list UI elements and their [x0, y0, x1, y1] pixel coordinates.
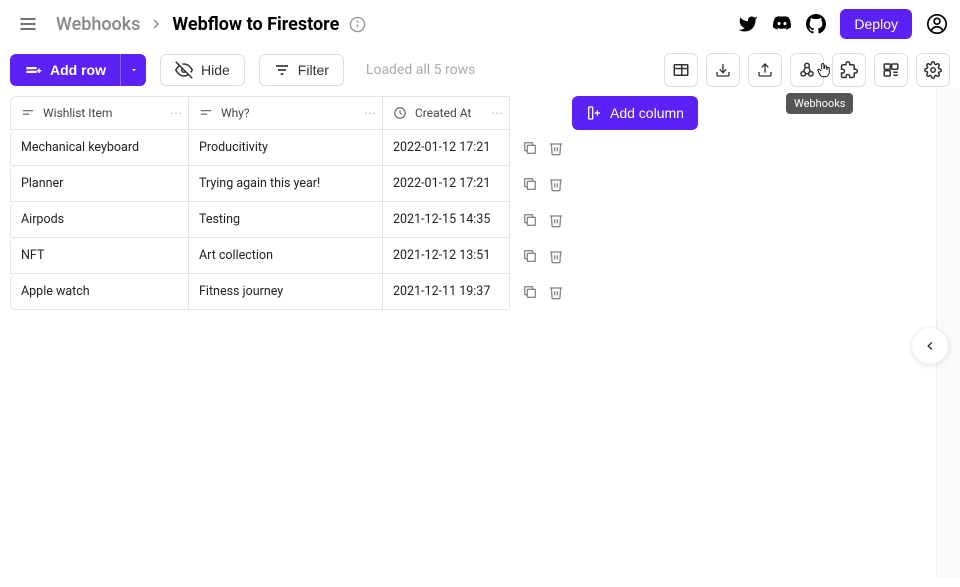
import-button[interactable]	[706, 53, 740, 87]
delete-row-icon[interactable]	[548, 176, 564, 192]
duplicate-row-icon[interactable]	[522, 140, 538, 156]
side-panel-toggle[interactable]	[912, 328, 948, 364]
account-icon[interactable]	[926, 13, 948, 35]
duplicate-row-icon[interactable]	[522, 176, 538, 192]
table-row: NFT Art collection 2021-12-12 13:51	[10, 238, 564, 274]
webhooks-tooltip: Webhooks	[786, 93, 853, 114]
short-text-icon	[199, 106, 213, 120]
cell-wishlist[interactable]: Mechanical keyboard	[10, 130, 188, 166]
hamburger-menu-icon[interactable]	[12, 8, 44, 40]
hide-button[interactable]: Hide	[160, 54, 245, 86]
filter-label: Filter	[298, 62, 329, 78]
short-text-icon	[21, 106, 35, 120]
table-row: Apple watch Fitness journey 2021-12-11 1…	[10, 274, 564, 310]
settings-button[interactable]	[916, 53, 950, 87]
cell-wishlist[interactable]: Airpods	[10, 202, 188, 238]
delete-row-icon[interactable]	[548, 140, 564, 156]
info-icon[interactable]	[349, 16, 366, 33]
delete-row-icon[interactable]	[548, 248, 564, 264]
duplicate-row-icon[interactable]	[522, 248, 538, 264]
table-view-button[interactable]	[664, 53, 698, 87]
cell-created[interactable]: 2021-12-12 13:51	[382, 238, 510, 274]
add-column-icon	[586, 105, 602, 121]
webhooks-button[interactable]	[790, 53, 824, 87]
cell-wishlist[interactable]: NFT	[10, 238, 188, 274]
column-header-created[interactable]: Created At ⋯	[382, 96, 510, 130]
table-row: Planner Trying again this year! 2022-01-…	[10, 166, 564, 202]
add-row-button[interactable]: Add row	[10, 54, 120, 86]
chevron-right-icon	[148, 16, 164, 32]
duplicate-row-icon[interactable]	[522, 212, 538, 228]
github-icon[interactable]	[806, 14, 826, 34]
cell-why[interactable]: Testing	[188, 202, 382, 238]
cell-created[interactable]: 2021-12-11 19:37	[382, 274, 510, 310]
cell-why[interactable]: Art collection	[188, 238, 382, 274]
loaded-status: Loaded all 5 rows	[366, 62, 475, 78]
clock-icon	[393, 106, 407, 120]
export-button[interactable]	[748, 53, 782, 87]
extensions-button[interactable]	[832, 53, 866, 87]
cell-created[interactable]: 2022-01-12 17:21	[382, 166, 510, 202]
cell-why[interactable]: Producitivity	[188, 130, 382, 166]
breadcrumb-parent[interactable]: Webhooks	[56, 14, 140, 35]
hide-label: Hide	[201, 62, 230, 78]
column-header-why[interactable]: Why? ⋯	[188, 96, 382, 130]
column-menu-icon[interactable]: ⋯	[491, 106, 503, 120]
delete-row-icon[interactable]	[548, 284, 564, 300]
column-header-why-label: Why?	[221, 106, 250, 120]
column-header-wishlist-label: Wishlist Item	[43, 106, 112, 120]
table-row: Mechanical keyboard Producitivity 2022-0…	[10, 130, 564, 166]
breadcrumb-current: Webflow to Firestore	[172, 14, 339, 35]
cell-wishlist[interactable]: Apple watch	[10, 274, 188, 310]
cell-created[interactable]: 2021-12-15 14:35	[382, 202, 510, 238]
delete-row-icon[interactable]	[548, 212, 564, 228]
discord-icon[interactable]	[772, 14, 792, 34]
add-row-dropdown[interactable]	[120, 54, 146, 86]
column-menu-icon[interactable]: ⋯	[170, 106, 182, 120]
column-header-created-label: Created At	[415, 106, 471, 120]
cell-wishlist[interactable]: Planner	[10, 166, 188, 202]
twitter-icon[interactable]	[738, 14, 758, 34]
cloud-logs-button[interactable]	[874, 53, 908, 87]
cell-created[interactable]: 2022-01-12 17:21	[382, 130, 510, 166]
filter-button[interactable]: Filter	[259, 54, 344, 86]
breadcrumb: Webhooks Webflow to Firestore	[56, 14, 339, 35]
deploy-button[interactable]: Deploy	[840, 9, 912, 39]
filter-icon	[274, 62, 290, 78]
add-column-label: Add column	[610, 105, 684, 121]
column-header-wishlist[interactable]: Wishlist Item ⋯	[10, 96, 188, 130]
add-row-label: Add row	[50, 62, 106, 78]
table-row: Airpods Testing 2021-12-15 14:35	[10, 202, 564, 238]
duplicate-row-icon[interactable]	[522, 284, 538, 300]
add-column-button[interactable]: Add column	[572, 96, 698, 130]
hide-icon	[175, 61, 193, 79]
cell-why[interactable]: Fitness journey	[188, 274, 382, 310]
add-row-icon	[24, 61, 42, 79]
cell-why[interactable]: Trying again this year!	[188, 166, 382, 202]
column-menu-icon[interactable]: ⋯	[364, 106, 376, 120]
